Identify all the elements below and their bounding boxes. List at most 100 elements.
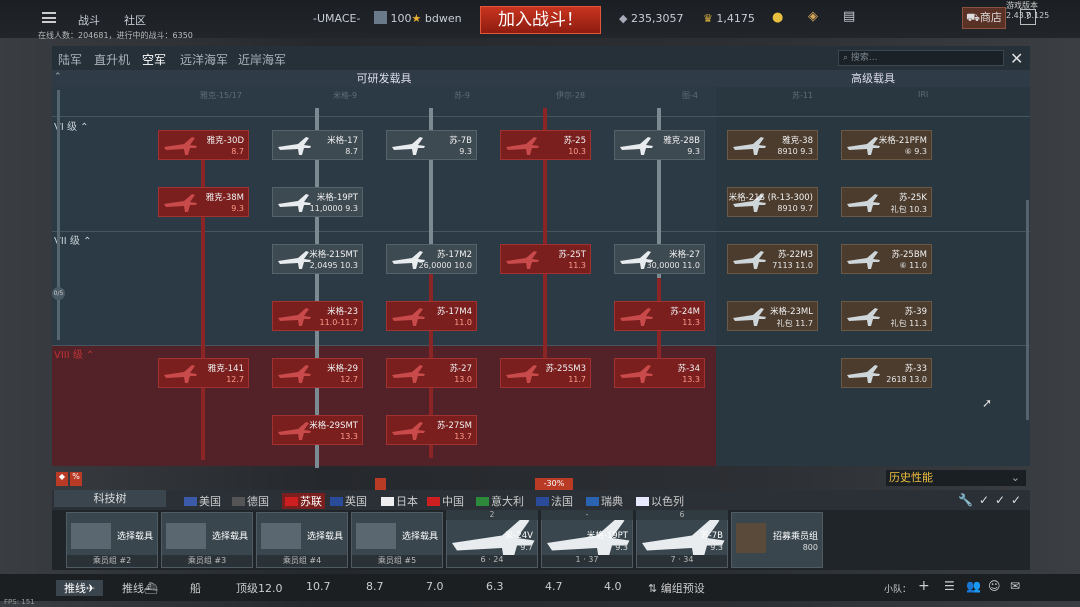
vehicle-card[interactable]: 苏-27 13.0 <box>386 358 477 388</box>
bulb-icon[interactable]: ● <box>772 10 783 25</box>
vehicle-card[interactable]: 米格-19PT 11,0000 9.3 <box>272 187 363 217</box>
nation-tab[interactable]: 意大利 <box>476 493 524 509</box>
vehicle-card[interactable]: 米格-21SMT 2,0495 10.3 <box>272 244 363 274</box>
premium-vehicle-card[interactable]: 米格-21PFM ⑥ 9.3 <box>841 130 932 160</box>
flag-icon <box>232 497 245 506</box>
filter-icons[interactable]: 🔧✓✓✓ <box>958 493 1027 507</box>
premium-header: 高级载具 <box>716 70 1030 87</box>
crew-slot[interactable]: 选择载具 乘员组 #4 <box>256 512 348 568</box>
nation-tab[interactable]: 日本 <box>381 493 418 509</box>
vehicle-card[interactable]: 雅克-30D 8.7 <box>158 130 249 160</box>
tab-coastal[interactable]: 近岸海军 <box>238 51 286 68</box>
rank-divider <box>52 345 1030 346</box>
presets-button[interactable]: ⇅ 编组预设 <box>648 580 705 596</box>
crew-vehicle-slot[interactable]: 米-24V 9.7 6 · 24 <box>446 512 538 568</box>
vehicle-card[interactable]: 米格-17 8.7 <box>272 130 363 160</box>
tab-ground[interactable]: 陆军 <box>58 51 82 68</box>
vehicle-card[interactable]: 苏-24M 11.3 <box>614 301 705 331</box>
vehicle-card[interactable]: 苏-34 13.3 <box>614 358 705 388</box>
vehicle-br: ⑥ 9.3 <box>904 147 927 156</box>
preset-tab-br[interactable]: 7.0 <box>426 580 444 593</box>
mail-icon[interactable]: ✉ <box>1010 579 1020 593</box>
crew-vehicle-slot[interactable]: 苏-7B 9.3 7 · 34 <box>636 512 728 568</box>
tab-helicopter[interactable]: 直升机 <box>94 51 130 68</box>
preset-tab-top[interactable]: 顶级12.0 <box>236 580 283 596</box>
squadron-icon[interactable]: ◆ <box>56 472 68 486</box>
premium-vehicle-card[interactable]: 苏-25K 礼包 10.3 <box>841 187 932 217</box>
nation-tab[interactable]: 英国 <box>330 493 367 509</box>
preset-tab-ship[interactable]: 船 <box>190 580 201 596</box>
friends-icon[interactable]: 👥 <box>966 579 981 593</box>
nation-tab[interactable]: 美国 <box>184 493 221 509</box>
preset-tab-2[interactable]: 推线⛴ <box>122 580 158 596</box>
vehicle-card[interactable]: 苏-25 10.3 <box>500 130 591 160</box>
join-battle-button[interactable]: 加入战斗！ <box>480 6 601 34</box>
percent-icon[interactable]: % <box>70 472 82 486</box>
vehicle-card[interactable]: 苏-17M2 26,0000 10.0 <box>386 244 477 274</box>
nation-tab[interactable]: 德国 <box>232 493 269 509</box>
vehicle-br: 11.7 <box>568 375 586 384</box>
vehicle-name: 米格-23 <box>327 307 358 317</box>
close-icon[interactable]: ✕ <box>1010 49 1023 68</box>
tab-battle[interactable]: 战斗 <box>78 12 100 28</box>
crew-vehicle-slot[interactable]: 米格-19PT 9.3 1 · 37 <box>541 512 633 568</box>
historical-performance-select[interactable]: 历史性能 ⌄ <box>886 470 1026 486</box>
nation-tab[interactable]: 中国 <box>427 493 464 509</box>
nation-tab[interactable]: 法国 <box>536 493 573 509</box>
crew-extra: 37 <box>588 555 599 564</box>
crew-slot[interactable]: 选择载具 乘员组 #2 <box>66 512 158 568</box>
crew-slot[interactable]: 选择载具 乘员组 #3 <box>161 512 253 568</box>
vehicle-name: 苏-33 <box>904 364 927 374</box>
nation-name: 法国 <box>551 495 573 508</box>
nation-tab[interactable]: 苏联 <box>282 493 325 509</box>
premium-vehicle-card[interactable]: 米格-23ML 礼包 11.7 <box>727 301 818 331</box>
nation-tab[interactable]: 以色列 <box>636 493 684 509</box>
tab-community[interactable]: 社区 <box>124 12 146 28</box>
preset-tab-br[interactable]: 10.7 <box>306 580 331 593</box>
preset-tab-br[interactable]: 6.3 <box>486 580 504 593</box>
vehicle-card[interactable]: 雅克-28B 9.3 <box>614 130 705 160</box>
premium-vehicle-card[interactable]: 苏-33 2618 13.0 <box>841 358 932 388</box>
preset-tab-br[interactable]: 4.7 <box>545 580 563 593</box>
presets-label: 编组预设 <box>660 582 705 595</box>
coupon-icon[interactable]: ▤ <box>843 9 855 24</box>
history-perf-text: 历史性能 <box>889 471 933 484</box>
vehicle-card[interactable]: 苏-7B 9.3 <box>386 130 477 160</box>
vehicle-card[interactable]: 米格-27 30,0000 11.0 <box>614 244 705 274</box>
scrollbar[interactable] <box>1026 200 1029 420</box>
premium-vehicle-card[interactable]: 米格-21S (R-13-300) 8910 9.7 <box>727 187 818 217</box>
collapse-icon[interactable]: ⌃ <box>54 72 62 82</box>
vehicle-card[interactable]: 米格-29SMT 13.3 <box>272 415 363 445</box>
player-info[interactable]: 100★ bdwen <box>374 11 462 25</box>
list-icon[interactable]: ☰ <box>944 579 955 593</box>
search-input[interactable]: ⌕ 搜索... <box>838 50 1004 66</box>
tech-tree-button[interactable]: 科技树 <box>54 490 166 507</box>
vehicle-card[interactable]: 雅克-141 12.7 <box>158 358 249 388</box>
preset-tab-1[interactable]: 推线✈ <box>56 580 104 596</box>
vehicle-card[interactable]: 苏-27SM 13.7 <box>386 415 477 445</box>
premium-vehicle-card[interactable]: 苏-22M3 7113 11.0 <box>727 244 818 274</box>
premium-vehicle-card[interactable]: 苏-39 礼包 11.3 <box>841 301 932 331</box>
vehicle-card[interactable]: 米格-23 11.0-11.7 <box>272 301 363 331</box>
vehicle-br: 8.7 <box>345 147 358 156</box>
recruit-crew-slot[interactable]: 招募乘员组 800 <box>731 512 823 568</box>
crew-slot[interactable]: 选择载具 乘员组 #5 <box>351 512 443 568</box>
menu-icon[interactable] <box>42 12 56 23</box>
vehicle-card[interactable]: 苏-25T 11.3 <box>500 244 591 274</box>
tab-bluewater[interactable]: 远洋海军 <box>180 51 228 68</box>
vehicle-card[interactable]: 米格-29 12.7 <box>272 358 363 388</box>
preset-tab-br[interactable]: 4.0 <box>604 580 622 593</box>
vehicle-card[interactable]: 雅克-38M 9.3 <box>158 187 249 217</box>
preset-tab-br[interactable]: 8.7 <box>366 580 384 593</box>
event-icon[interactable]: ◈ <box>808 9 818 24</box>
vehicle-card[interactable]: 苏-25SM3 11.7 <box>500 358 591 388</box>
add-icon[interactable]: + <box>918 578 930 594</box>
premium-vehicle-card[interactable]: 苏-25BM ⑥ 11.0 <box>841 244 932 274</box>
chat-icon[interactable]: ☺ <box>988 579 1001 593</box>
vehicle-card[interactable]: 苏-17M4 11.0 <box>386 301 477 331</box>
premium-vehicle-card[interactable]: 雅克-38 8910 9.3 <box>727 130 818 160</box>
lions-icon: ◆ <box>619 12 628 25</box>
shop-button[interactable]: ⛟商店 <box>962 7 1006 29</box>
nation-tab[interactable]: 瑞典 <box>586 493 623 509</box>
tab-aviation[interactable]: 空军 <box>142 51 167 72</box>
